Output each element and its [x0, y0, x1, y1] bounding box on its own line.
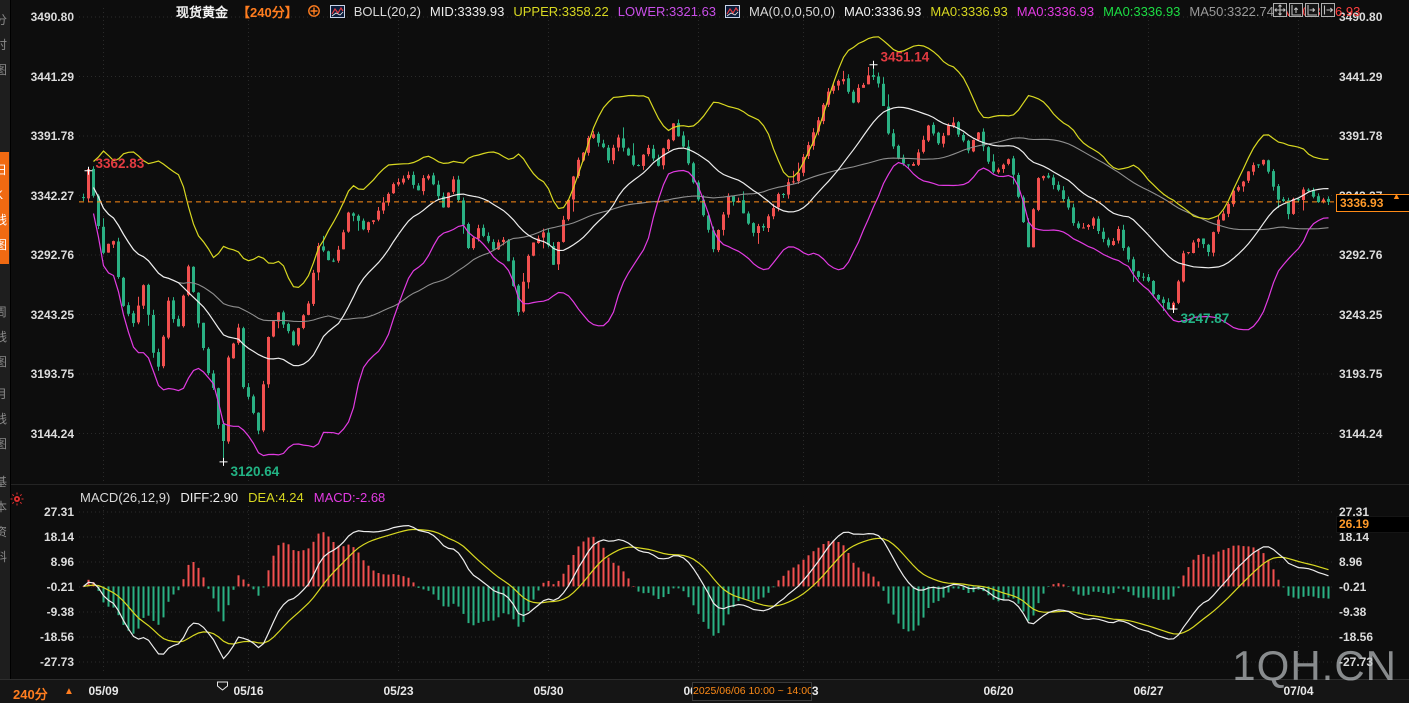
macd-axis-highlight: 26.19	[1336, 516, 1409, 533]
sidebar-item[interactable]: 分 时 图	[0, 8, 9, 83]
macd-macd-value: MACD:-2.68	[314, 490, 386, 505]
sidebar-item[interactable]: 周 线 图	[0, 300, 9, 375]
svg-text:3451.14: 3451.14	[881, 50, 930, 65]
indicator-settings-icon[interactable]	[307, 4, 321, 18]
price-axis-label: 3144.24	[0, 427, 74, 441]
ma-chart-icon[interactable]	[725, 5, 740, 18]
ma-legend-item: MA50:3322.74	[1189, 4, 1274, 19]
price-axis-label: 3441.29	[1339, 70, 1382, 84]
move-icon[interactable]	[1273, 3, 1287, 17]
candlestick-chart[interactable]: 3362.83 3451.14 3120.64 3247.87	[0, 0, 1409, 703]
macd-legend: MACD(26,12,9) DIFF:2.90 DEA:4.24 MACD:-2…	[80, 490, 385, 505]
svg-text:3362.83: 3362.83	[96, 156, 145, 171]
record-dot-icon[interactable]	[9, 491, 25, 512]
ma-legend-item: MA0:3336.93	[1017, 4, 1094, 19]
boll-chart-icon[interactable]	[330, 5, 345, 18]
macd-axis-label: -0.21	[1339, 580, 1366, 594]
low-marker-icon	[216, 678, 229, 696]
boll-mid: MID:3339.93	[430, 4, 504, 19]
date-axis-label: 05/09	[76, 684, 132, 698]
macd-axis-label: 8.96	[1339, 555, 1362, 569]
chart-legend: 现货黄金 【240分】 BOLL(20,2) MID:3339.93 UPPER…	[176, 3, 1360, 19]
macd-dea-value: DEA:4.24	[248, 490, 304, 505]
chart-window: 3362.83 3451.14 3120.64 3247.87 分 时 图日 K 线 …	[0, 0, 1409, 703]
timeframe-selector[interactable]: 240分	[13, 684, 48, 703]
price-axis-label: 3243.25	[1339, 308, 1382, 322]
left-sidebar[interactable]: 分 时 图日 K 线 图周 线 图月 线 图基 本 资 料	[0, 0, 11, 679]
shift-right-icon[interactable]	[1321, 3, 1335, 17]
price-axis-label: 3193.75	[1339, 367, 1382, 381]
macd-name: MACD(26,12,9)	[80, 490, 170, 505]
date-axis-label: 06/27	[1121, 684, 1177, 698]
price-axis-label: 3391.78	[0, 129, 74, 143]
macd-axis-label: 18.14	[0, 530, 74, 544]
boll-upper: UPPER:3358.22	[513, 4, 608, 19]
axis-zoom-left-icon[interactable]	[1289, 3, 1303, 17]
price-axis-label: 3490.80	[0, 10, 74, 24]
instrument-title: 现货黄金	[176, 2, 228, 21]
date-axis-label: 05/23	[371, 684, 427, 698]
macd-axis-label: -9.38	[0, 605, 74, 619]
macd-axis-label: -27.73	[0, 655, 74, 669]
price-axis-label: 3391.78	[1339, 129, 1382, 143]
ma-legend-item: MA0:3336.93	[930, 4, 1007, 19]
macd-axis-label: 8.96	[0, 555, 74, 569]
axis-zoom-right-icon[interactable]	[1305, 3, 1319, 17]
macd-diff-value: DIFF:2.90	[180, 490, 238, 505]
price-axis-label: 3292.76	[1339, 248, 1382, 262]
price-axis-label: 3441.29	[0, 70, 74, 84]
price-axis-label: 3144.24	[1339, 427, 1382, 441]
sidebar-item[interactable]: 基 本 资 料	[0, 470, 9, 570]
price-axis-label: 3292.76	[0, 248, 74, 262]
macd-axis-label: -0.21	[0, 580, 74, 594]
sidebar-item-active[interactable]: 日 K 线 图	[0, 152, 9, 264]
price-up-arrow-icon[interactable]: ▲	[1392, 191, 1401, 201]
macd-axis-label: -9.38	[1339, 605, 1366, 619]
period-label[interactable]: 【240分】	[237, 2, 298, 21]
price-axis-label: 3342.27	[0, 189, 74, 203]
date-axis-label: 05/30	[521, 684, 577, 698]
boll-name: BOLL(20,2)	[354, 4, 421, 19]
svg-text:3120.64: 3120.64	[231, 464, 280, 479]
macd-axis-label: -18.56	[0, 630, 74, 644]
time-axis-bar: 240分 ▲ 05/0905/1605/2305/3006/0606/1306/…	[0, 679, 1409, 703]
price-axis-label: 3243.25	[0, 308, 74, 322]
ma-name: MA(0,0,0,50,0)	[749, 4, 835, 19]
timeframe-arrow-icon[interactable]: ▲	[64, 686, 74, 697]
chart-toolbar	[1273, 3, 1335, 17]
price-axis-label: 3193.75	[0, 367, 74, 381]
boll-lower: LOWER:3321.63	[618, 4, 716, 19]
ma-legend-item: MA0:3336.93	[1103, 4, 1180, 19]
selected-candle-time: 2025/06/06 10:00 ~ 14:00 五	[692, 682, 812, 701]
date-axis-label: 06/20	[971, 684, 1027, 698]
sidebar-item[interactable]: 月 线 图	[0, 382, 9, 457]
svg-text:3247.87: 3247.87	[1181, 311, 1230, 326]
watermark: 1QH.CN	[1232, 642, 1397, 690]
ma-legend-item: MA0:3336.93	[844, 4, 921, 19]
